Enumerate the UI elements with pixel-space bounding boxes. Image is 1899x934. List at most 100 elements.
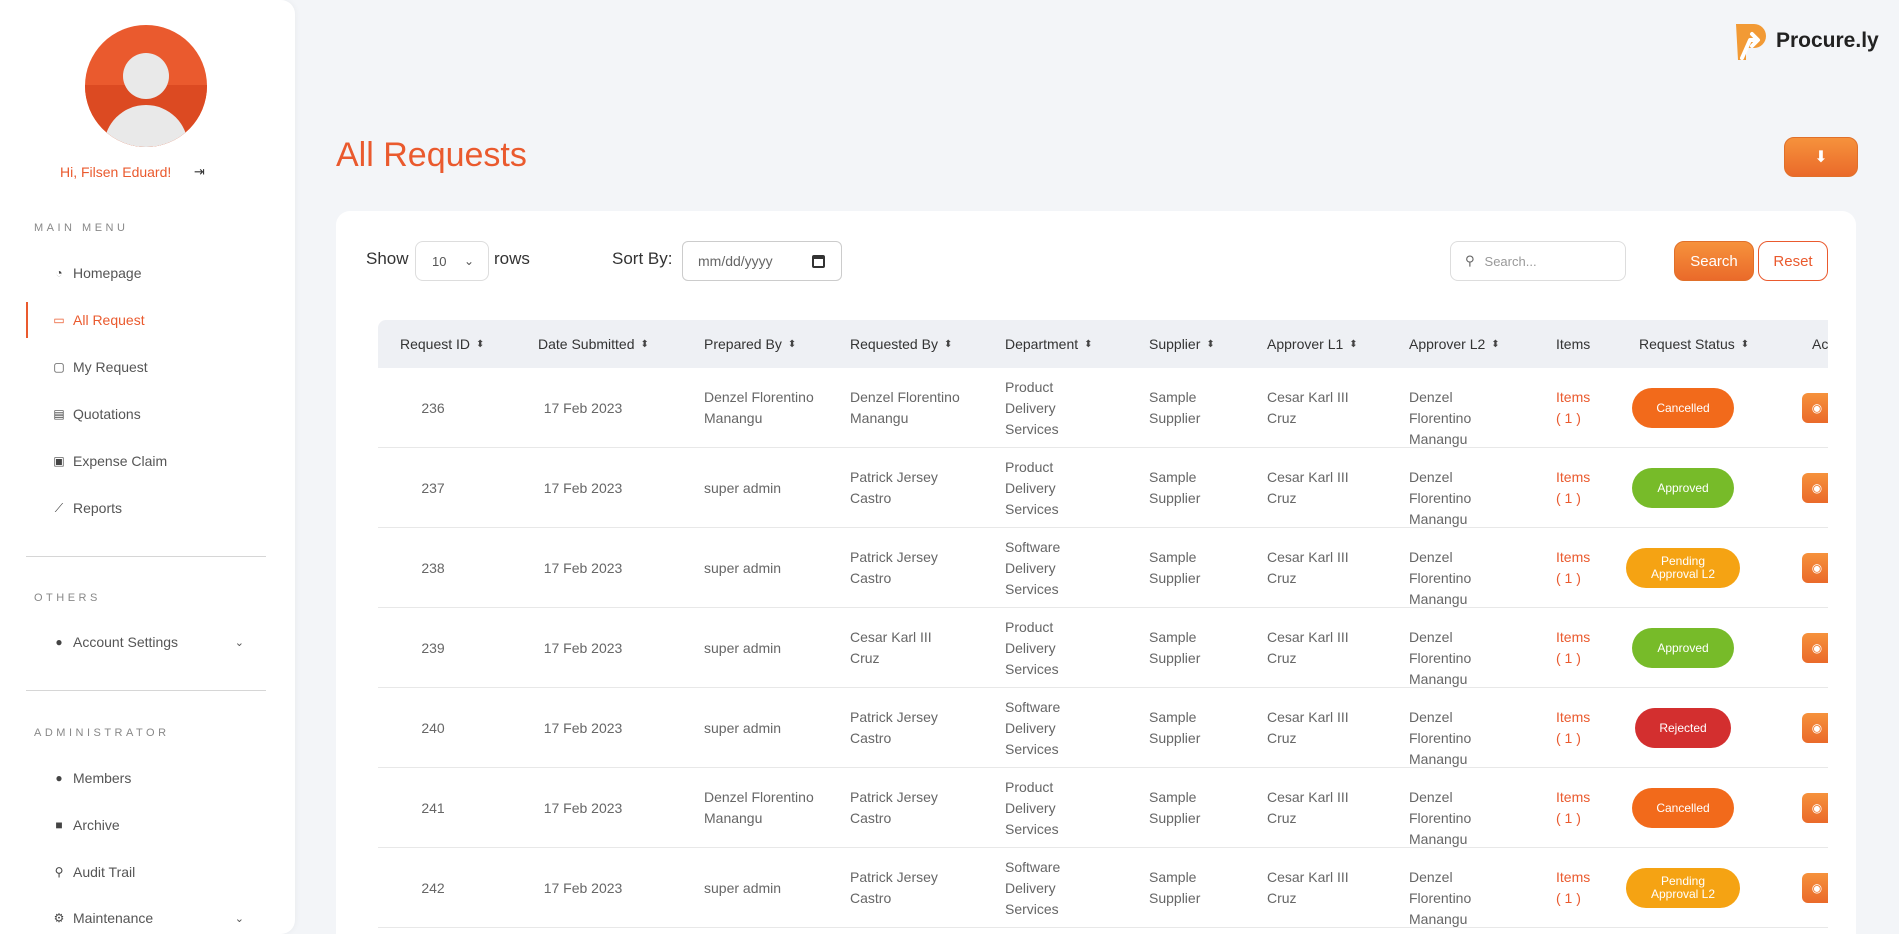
sidebar-item-homepage[interactable]: ◔ Homepage (26, 255, 266, 291)
logout-icon[interactable]: ⇥ (194, 164, 205, 180)
view-button[interactable]: ◉ (1802, 793, 1828, 823)
items-count[interactable]: ( 1 ) (1556, 648, 1606, 669)
items-link[interactable]: Items( 1 ) (1556, 787, 1606, 829)
sidebar-item-quotations[interactable]: ▤ Quotations (26, 396, 266, 432)
sort-date-input[interactable]: mm/dd/yyyy (682, 241, 842, 281)
sort-icon[interactable]: ⬍ (944, 339, 952, 350)
sort-icon[interactable]: ⬍ (788, 339, 796, 350)
cell-department: Product Delivery Services (1005, 458, 1059, 517)
sort-icon[interactable]: ⬍ (476, 339, 484, 350)
table-row[interactable]: 241 17 Feb 2023 Denzel Florentino Manangu P… (378, 768, 1828, 848)
cell-date-submitted: 17 Feb 2023 (543, 399, 623, 416)
show-label: Show (366, 249, 409, 268)
items-label[interactable]: Items (1556, 627, 1606, 648)
cell-prepared-by: Denzel Florentino Manangu (704, 789, 814, 826)
view-button[interactable]: ◉ (1802, 873, 1828, 903)
sidebar-item-expense-claim[interactable]: ▣ Expense Claim (26, 443, 266, 479)
cell-approver-l2: Denzel Florentino Manangu (1409, 869, 1472, 927)
th-date-submitted[interactable]: Date Submitted ⬍ (538, 320, 649, 368)
sort-icon[interactable]: ⬍ (1349, 339, 1357, 350)
sidebar-item-archive[interactable]: ■ Archive (26, 807, 266, 843)
brand-logo: Procure.ly (1726, 18, 1879, 64)
cell-requested-by: Patrick Jersey Castro (850, 549, 938, 586)
table-row[interactable]: 238 17 Feb 2023 super admin Patrick Jersey … (378, 528, 1828, 608)
sidebar-item-label: Expense Claim (73, 453, 168, 469)
table-row[interactable]: 236 17 Feb 2023 Denzel Florentino Manangu D… (378, 368, 1828, 448)
th-request-status[interactable]: Request Status ⬍ (1639, 320, 1749, 368)
th-action: Ac (1812, 336, 1828, 352)
avatar[interactable] (85, 25, 207, 147)
sidebar-item-audit-trail[interactable]: ⚲ Audit Trail (26, 854, 266, 890)
items-count[interactable]: ( 1 ) (1556, 888, 1606, 909)
sort-icon[interactable]: ⬍ (1741, 339, 1749, 350)
items-link[interactable]: Items( 1 ) (1556, 867, 1606, 909)
sidebar-item-label: My Request (73, 359, 148, 375)
cell-request-id: 241 (421, 799, 445, 816)
view-button[interactable]: ◉ (1802, 473, 1828, 503)
cell-department: Software Delivery Services (1005, 538, 1061, 597)
th-request-id[interactable]: Request ID ⬍ (400, 320, 484, 368)
view-button[interactable]: ◉ (1802, 713, 1828, 743)
th-requested-by[interactable]: Requested By ⬍ (850, 320, 952, 368)
cell-prepared-by: super admin (704, 719, 782, 736)
items-link[interactable]: Items( 1 ) (1556, 467, 1606, 509)
items-link[interactable]: Items( 1 ) (1556, 627, 1606, 669)
items-label[interactable]: Items (1556, 707, 1606, 728)
table-row[interactable]: 240 17 Feb 2023 super admin Patrick Jersey … (378, 688, 1828, 768)
items-count[interactable]: ( 1 ) (1556, 808, 1606, 829)
sidebar-item-account-settings[interactable]: ● Account Settings ⌄ (26, 624, 266, 660)
items-label[interactable]: Items (1556, 867, 1606, 888)
items-count[interactable]: ( 1 ) (1556, 408, 1606, 429)
reset-button[interactable]: Reset (1758, 241, 1828, 281)
search-button[interactable]: Search (1674, 241, 1754, 281)
table-row[interactable]: 237 17 Feb 2023 super admin Patrick Jersey … (378, 448, 1828, 528)
sort-icon[interactable]: ⬍ (1491, 339, 1499, 350)
view-button[interactable]: ◉ (1802, 553, 1828, 583)
sidebar-item-maintenance[interactable]: ⚙ Maintenance ⌄ (26, 900, 266, 934)
eye-icon: ◉ (1811, 881, 1823, 895)
calendar-icon[interactable] (812, 255, 825, 268)
items-label[interactable]: Items (1556, 387, 1606, 408)
cell-request-id: 238 (421, 559, 445, 576)
cell-supplier: Sample Supplier (1149, 389, 1201, 426)
th-supplier[interactable]: Supplier ⬍ (1149, 320, 1215, 368)
th-items: Items (1556, 336, 1591, 352)
eye-icon: ◉ (1811, 481, 1823, 495)
sidebar-item-label: All Request (73, 312, 145, 328)
search-placeholder: Search... (1484, 253, 1537, 269)
status-badge: Rejected (1635, 708, 1731, 748)
download-button[interactable]: ⬇ (1784, 137, 1858, 177)
th-department[interactable]: Department ⬍ (1005, 320, 1093, 368)
items-count[interactable]: ( 1 ) (1556, 488, 1606, 509)
table-row[interactable]: 239 17 Feb 2023 super admin Cesar Karl III … (378, 608, 1828, 688)
items-count[interactable]: ( 1 ) (1556, 728, 1606, 749)
items-link[interactable]: Items( 1 ) (1556, 387, 1606, 429)
items-label[interactable]: Items (1556, 467, 1606, 488)
sort-icon[interactable]: ⬍ (1084, 339, 1092, 350)
sidebar-item-all-request[interactable]: ▭ All Request (26, 302, 266, 338)
status-badge: Pending Approval L2 (1626, 868, 1740, 908)
search-input[interactable]: ⚲ Search... (1450, 241, 1626, 281)
items-link[interactable]: Items( 1 ) (1556, 707, 1606, 749)
sidebar-item-reports[interactable]: ⟋ Reports (26, 490, 266, 526)
rows-per-page-select[interactable]: 10 ⌄ (415, 241, 489, 281)
cell-department: Software Delivery Services (1005, 858, 1061, 917)
th-approver-l2[interactable]: Approver L2 ⬍ (1409, 320, 1500, 368)
items-count[interactable]: ( 1 ) (1556, 568, 1606, 589)
status-badge: Approved (1632, 628, 1734, 668)
sidebar-item-my-request[interactable]: ▢ My Request (26, 349, 266, 385)
items-label[interactable]: Items (1556, 787, 1606, 808)
items-link[interactable]: Items( 1 ) (1556, 547, 1606, 589)
cell-approver-l1: Cesar Karl III Cruz (1267, 789, 1349, 826)
table-row[interactable]: 242 17 Feb 2023 super admin Patrick Jersey … (378, 848, 1828, 928)
items-label[interactable]: Items (1556, 547, 1606, 568)
sidebar-item-members[interactable]: ● Members (26, 760, 266, 796)
cell-request-id: 240 (421, 719, 445, 736)
view-button[interactable]: ◉ (1802, 633, 1828, 663)
sort-icon[interactable]: ⬍ (1206, 339, 1214, 350)
th-approver-l1[interactable]: Approver L1 ⬍ (1267, 320, 1358, 368)
view-button[interactable]: ◉ (1802, 393, 1828, 423)
th-prepared-by[interactable]: Prepared By ⬍ (704, 320, 796, 368)
sidebar-item-label: Maintenance (73, 910, 154, 926)
sort-icon[interactable]: ⬍ (641, 339, 649, 350)
